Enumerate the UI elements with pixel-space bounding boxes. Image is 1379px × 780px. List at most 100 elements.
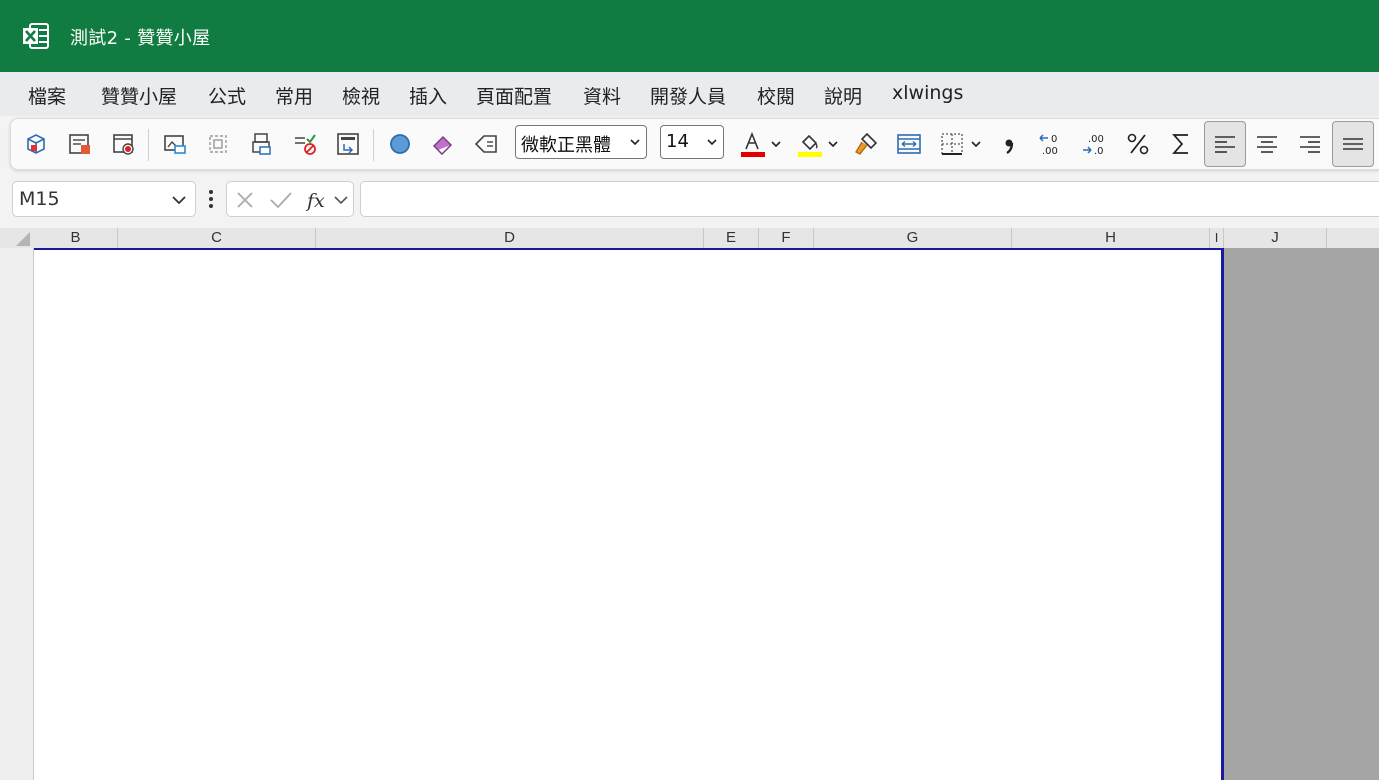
circle-shape-button[interactable] xyxy=(383,127,417,161)
column-header-c[interactable]: C xyxy=(118,228,316,248)
menu-page-layout[interactable]: 頁面配置 xyxy=(476,82,552,109)
comma-style-icon xyxy=(1005,139,1014,155)
font-color-button[interactable] xyxy=(735,127,769,161)
excel-logo-icon xyxy=(23,23,49,49)
toolbar-separator xyxy=(373,129,374,161)
clear-validation-icon xyxy=(295,134,316,155)
svg-text:.00: .00 xyxy=(1088,134,1104,145)
select-objects-icon xyxy=(209,135,227,153)
font-size-select[interactable]: 14 xyxy=(660,125,724,159)
3d-box-button[interactable] xyxy=(19,127,53,161)
align-center-icon xyxy=(1257,136,1277,153)
column-header-b[interactable]: B xyxy=(34,228,118,248)
align-middle-icon xyxy=(1343,138,1363,150)
column-header-f[interactable]: F xyxy=(759,228,814,248)
chevron-down-icon xyxy=(172,196,186,205)
merge-cells-icon xyxy=(897,134,921,154)
more-options-icon[interactable] xyxy=(206,188,216,210)
camera-icon xyxy=(164,135,186,154)
record-macro-icon xyxy=(113,134,134,155)
fill-color-icon xyxy=(798,134,822,157)
comma-style-button[interactable] xyxy=(992,127,1026,161)
align-left-icon xyxy=(1215,136,1235,153)
camera-button[interactable] xyxy=(158,127,192,161)
align-left-button[interactable] xyxy=(1204,121,1246,167)
chevron-down-icon[interactable] xyxy=(333,195,349,205)
quick-toolbar: 微軟正黑體 14 0.00 .00.0 xyxy=(10,118,1379,170)
menu-file[interactable]: 檔案 xyxy=(28,82,66,109)
increase-decimal-icon: .00.0 xyxy=(1083,134,1104,157)
percent-style-button[interactable] xyxy=(1121,127,1155,161)
clear-format-icon xyxy=(474,135,497,153)
column-header-g[interactable]: G xyxy=(814,228,1012,248)
font-name-value: 微軟正黑體 xyxy=(521,135,611,156)
column-header-j[interactable]: J xyxy=(1224,228,1327,248)
menu-data[interactable]: 資料 xyxy=(583,82,621,109)
font-color-dropdown-icon[interactable] xyxy=(771,140,781,148)
3d-box-icon xyxy=(27,134,45,154)
circle-shape-icon xyxy=(390,134,410,154)
cancel-icon[interactable] xyxy=(235,190,255,210)
align-right-button[interactable] xyxy=(1293,127,1327,161)
sheet-cells[interactable] xyxy=(34,248,1224,780)
menu-xlwings[interactable]: xlwings xyxy=(892,82,963,104)
font-color-icon xyxy=(741,131,765,157)
select-objects-button[interactable] xyxy=(201,127,235,161)
borders-dropdown-icon[interactable] xyxy=(971,140,981,148)
align-middle-button[interactable] xyxy=(1332,121,1374,167)
select-all-corner[interactable] xyxy=(0,228,34,248)
svg-text:fx: fx xyxy=(305,190,325,212)
menu-home[interactable]: 常用 xyxy=(275,82,313,109)
fill-color-dropdown-icon[interactable] xyxy=(828,140,838,148)
out-of-area-region xyxy=(1224,248,1379,780)
menu-zanzan[interactable]: 贊贊小屋 xyxy=(101,82,177,109)
page-setup-button[interactable] xyxy=(331,127,365,161)
chevron-down-icon xyxy=(630,139,640,146)
menu-help[interactable]: 說明 xyxy=(824,82,862,109)
eraser-icon xyxy=(433,136,452,155)
format-painter-icon xyxy=(855,132,878,155)
autosum-button[interactable] xyxy=(1164,127,1198,161)
column-header-h[interactable]: H xyxy=(1012,228,1210,248)
borders-icon xyxy=(941,133,963,155)
decrease-decimal-icon: 0.00 xyxy=(1039,134,1058,157)
font-size-value: 14 xyxy=(666,131,689,152)
borders-button[interactable] xyxy=(935,127,969,161)
format-painter-button[interactable] xyxy=(849,127,883,161)
menu-view[interactable]: 檢視 xyxy=(342,82,380,109)
svg-text:0: 0 xyxy=(1051,134,1057,145)
formula-controls: fx xyxy=(226,181,354,217)
record-macro-button[interactable] xyxy=(107,127,141,161)
autosum-icon xyxy=(1172,134,1188,154)
menu-review[interactable]: 校閱 xyxy=(757,82,795,109)
column-header-e[interactable]: E xyxy=(704,228,759,248)
merge-cells-button[interactable] xyxy=(892,127,926,161)
clear-format-button[interactable] xyxy=(469,127,503,161)
increase-decimal-button[interactable]: .00.0 xyxy=(1078,127,1112,161)
name-box[interactable]: M15 xyxy=(12,181,196,217)
column-headers: B C D E F G H I J xyxy=(34,228,1379,248)
align-right-icon xyxy=(1300,136,1320,153)
fill-color-button[interactable] xyxy=(792,127,826,161)
print-preview-button[interactable] xyxy=(63,127,97,161)
svg-text:.00: .00 xyxy=(1042,146,1058,157)
print-area-button[interactable] xyxy=(245,127,279,161)
window-title: 測試2 - 贊贊小屋 xyxy=(70,28,211,49)
eraser-button[interactable] xyxy=(426,127,460,161)
menu-developer[interactable]: 開發人員 xyxy=(650,82,726,109)
align-center-button[interactable] xyxy=(1250,127,1284,161)
page-setup-icon xyxy=(337,133,359,155)
formula-input[interactable] xyxy=(360,181,1379,217)
row-headers xyxy=(0,248,34,780)
enter-check-icon[interactable] xyxy=(269,190,293,210)
font-name-select[interactable]: 微軟正黑體 xyxy=(515,125,647,159)
print-preview-icon xyxy=(69,134,90,154)
menu-formulas[interactable]: 公式 xyxy=(208,82,246,109)
decrease-decimal-button[interactable]: 0.00 xyxy=(1035,127,1069,161)
clear-validation-button[interactable] xyxy=(288,127,322,161)
menu-insert[interactable]: 插入 xyxy=(409,82,447,109)
menu-bar: 檔案 贊贊小屋 公式 常用 檢視 插入 頁面配置 資料 開發人員 校閱 說明 x… xyxy=(0,72,1379,116)
column-header-i[interactable]: I xyxy=(1210,228,1224,248)
insert-function-icon[interactable]: fx xyxy=(305,187,331,213)
column-header-d[interactable]: D xyxy=(316,228,704,248)
